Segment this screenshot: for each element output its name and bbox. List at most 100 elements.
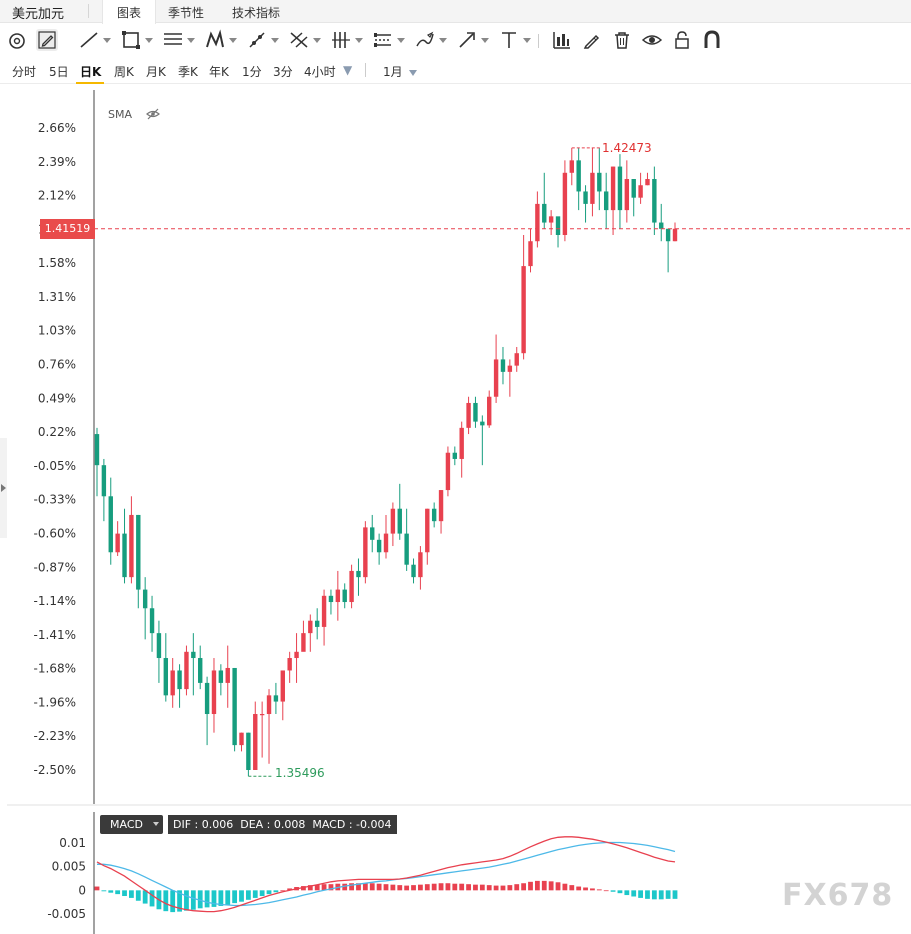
y-tick-label: 2.39% [38, 155, 76, 169]
candle-body [370, 527, 375, 540]
gann-icon[interactable] [330, 29, 363, 51]
candle [321, 589, 327, 646]
y-tick-label: -0.60% [34, 526, 76, 540]
candle [431, 502, 437, 528]
candle [129, 496, 134, 584]
candle-body [514, 353, 519, 366]
visibility-eye-icon[interactable] [641, 29, 663, 51]
period-quarterly[interactable]: 季K [178, 63, 198, 80]
range-dropdown[interactable]: 1月 [383, 63, 417, 80]
period-intraday[interactable]: 分时 [12, 63, 36, 80]
candle [535, 191, 540, 248]
macd-histogram-bar [473, 884, 478, 891]
tab-chart[interactable]: 图表 [102, 0, 157, 24]
macd-histogram-bar [390, 884, 396, 891]
candle-body [645, 179, 650, 186]
fibonacci-icon[interactable] [288, 29, 321, 51]
tab-seasonality[interactable]: 季节性 [168, 4, 204, 21]
macd-histogram-bar [369, 883, 375, 891]
macd-histogram-bar [418, 884, 423, 891]
magnet-icon[interactable] [701, 29, 723, 51]
candle [170, 658, 175, 708]
macd-histogram-bar [521, 883, 527, 891]
macd-histogram-bar [245, 890, 251, 900]
y-tick-label: 2.66% [38, 121, 76, 135]
candle-body [184, 651, 189, 690]
candle-body [562, 172, 568, 235]
macd-indicator-dropdown[interactable]: MACD [100, 815, 163, 834]
candle-body [624, 179, 630, 211]
candle-body [431, 508, 437, 522]
pencil-icon[interactable] [36, 29, 58, 51]
macd-histogram-bar [569, 885, 575, 891]
candle [617, 154, 623, 229]
macd-histogram-bar [452, 883, 458, 891]
macd-values-readout: DIF : 0.006 DEA : 0.008 MACD : -0.004 [168, 815, 397, 834]
arrow-tool-icon[interactable] [456, 29, 489, 51]
candle-body [631, 179, 636, 198]
period-yearly[interactable]: 年K [209, 63, 229, 80]
macd-histogram-bar [122, 890, 127, 897]
toolbar-separator [538, 34, 539, 48]
lock-icon[interactable] [671, 29, 693, 51]
sma-indicator-label[interactable]: SMA [108, 108, 132, 121]
period-3min[interactable]: 3分 [273, 63, 293, 80]
levels-icon[interactable] [372, 29, 405, 51]
macd-histogram-bar [163, 890, 169, 912]
symbol-title: 美元加元 [12, 7, 65, 22]
candle [590, 147, 595, 217]
period-4hour[interactable]: 4小时 [304, 63, 336, 80]
candle-body [542, 203, 547, 223]
y-tick-label: -1.41% [34, 628, 76, 642]
top-tab-bar: 美元加元 图表 季节性 技术指标 [0, 0, 911, 24]
macd-histogram-bar [383, 884, 389, 891]
rectangle-tool-icon[interactable] [120, 29, 153, 51]
candle [287, 651, 292, 683]
candle [136, 514, 141, 609]
macd-histogram-bar [479, 884, 485, 891]
candle [225, 645, 230, 708]
trash-icon[interactable] [611, 29, 633, 51]
measure-tool-icon[interactable] [246, 29, 279, 51]
indicator-icon[interactable] [551, 29, 573, 51]
period-monthly[interactable]: 月K [146, 63, 166, 80]
candle-body [239, 732, 244, 746]
text-tool-icon[interactable] [498, 29, 531, 51]
price-chart[interactable]: 2.66%2.39%2.12%1.85%1.58%1.31%1.03%0.76%… [0, 90, 911, 806]
period-5day[interactable]: 5日 [49, 63, 69, 80]
candle [335, 570, 341, 621]
candle [218, 664, 224, 696]
macd-histogram-bar [590, 888, 595, 891]
candle-body [397, 508, 402, 534]
y-tick-label: -1.68% [34, 662, 76, 676]
macd-histogram-bar [534, 880, 540, 891]
brush-icon[interactable] [414, 29, 447, 51]
candle-body [314, 620, 320, 627]
period-daily[interactable]: 日K [80, 63, 101, 80]
cursor-icon[interactable] [6, 29, 28, 51]
pattern-tool-icon[interactable] [204, 29, 237, 51]
parallel-lines-icon[interactable] [162, 29, 195, 51]
candle-body [273, 695, 279, 702]
period-1min[interactable]: 1分 [242, 63, 262, 80]
macd-histogram-bar [273, 890, 279, 893]
period-more-dropdown[interactable]: ▼ [343, 63, 352, 77]
candle-body [480, 421, 485, 426]
candle [418, 546, 423, 590]
high-price-label: 1.42473 [602, 141, 652, 155]
macd-histogram-bar [466, 884, 471, 891]
macd-histogram-bar [184, 890, 189, 911]
line-tool-icon[interactable] [78, 29, 111, 51]
macd-histogram-bar [225, 890, 231, 905]
candle-body [672, 228, 678, 242]
hide-eye-icon[interactable] [146, 108, 160, 120]
candle [445, 446, 451, 497]
period-weekly[interactable]: 周K [114, 63, 134, 80]
candle-body [590, 172, 595, 204]
active-period-underline [76, 82, 104, 84]
candle [142, 577, 148, 640]
macd-histogram-bar [500, 885, 506, 891]
edit-icon[interactable] [581, 29, 603, 51]
tab-technical-indicators[interactable]: 技术指标 [232, 4, 280, 21]
macd-histogram-bar [493, 885, 499, 891]
